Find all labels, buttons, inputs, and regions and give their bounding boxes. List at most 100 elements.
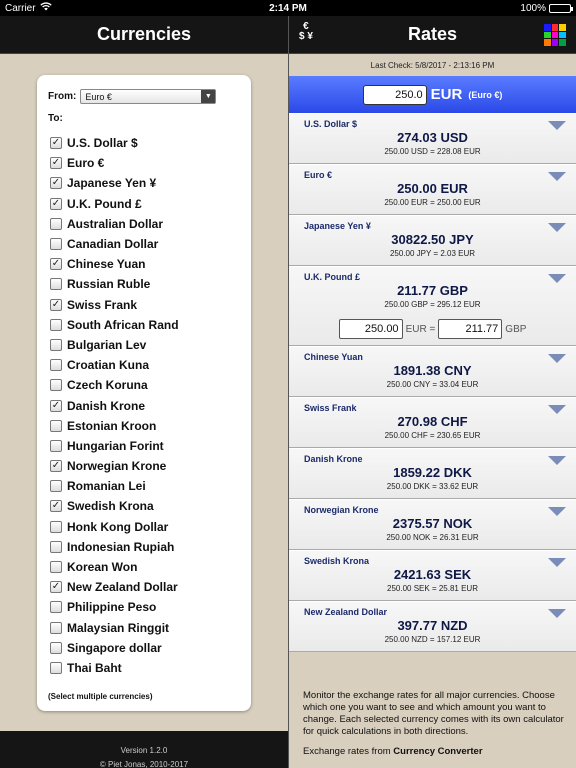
rate-row[interactable]: U.K. Pound £ 211.77 GBP 250.00 GBP = 295.1… bbox=[289, 266, 576, 346]
checkbox-checked[interactable]: ✓ bbox=[50, 137, 62, 150]
currency-option[interactable]: ✓ U.K. Pound £ bbox=[50, 194, 245, 214]
checkbox-checked[interactable]: ✓ bbox=[50, 460, 62, 473]
triangle-down-icon[interactable] bbox=[548, 172, 566, 181]
triangle-down-icon[interactable] bbox=[548, 507, 566, 516]
to-label: To: bbox=[48, 113, 63, 124]
currency-option[interactable]: Romanian Lei bbox=[50, 476, 245, 496]
currency-option-label: Swedish Krona bbox=[67, 499, 154, 514]
currency-option[interactable]: Croatian Kuna bbox=[50, 355, 245, 375]
currency-option[interactable]: ✓ New Zealand Dollar bbox=[50, 577, 245, 597]
checkbox-unchecked[interactable] bbox=[50, 338, 62, 351]
currency-option[interactable]: Malaysian Ringgit bbox=[50, 618, 245, 638]
checkbox-unchecked[interactable] bbox=[50, 238, 62, 251]
currency-option[interactable]: Indonesian Rupiah bbox=[50, 537, 245, 557]
checkbox-unchecked[interactable] bbox=[50, 359, 62, 372]
checkbox-checked[interactable]: ✓ bbox=[50, 581, 62, 594]
currency-option[interactable]: ✓ Euro € bbox=[50, 153, 245, 173]
color-swatch bbox=[559, 24, 566, 31]
currency-option[interactable]: Korean Won bbox=[50, 557, 245, 577]
checkbox-checked[interactable]: ✓ bbox=[50, 258, 62, 271]
checkbox-unchecked[interactable] bbox=[50, 621, 62, 634]
currency-option[interactable]: South African Rand bbox=[50, 315, 245, 335]
triangle-down-icon[interactable] bbox=[548, 609, 566, 618]
rate-row[interactable]: Norwegian Krone 2375.57 NOK 250.00 NOK = 2… bbox=[289, 499, 576, 550]
currency-option[interactable]: Philippine Peso bbox=[50, 597, 245, 617]
rate-row[interactable]: Chinese Yuan 1891.38 CNY 250.00 CNY = 33.0… bbox=[289, 346, 576, 397]
currency-option[interactable]: ✓ Chinese Yuan bbox=[50, 254, 245, 274]
currency-option-label: U.K. Pound £ bbox=[67, 196, 142, 211]
triangle-down-icon[interactable] bbox=[548, 405, 566, 414]
checkbox-unchecked[interactable] bbox=[50, 278, 62, 291]
checkbox-unchecked[interactable] bbox=[50, 217, 62, 230]
currency-option-label: Russian Ruble bbox=[67, 277, 151, 292]
currency-symbols-icon[interactable]: € $ ¥ bbox=[299, 22, 313, 42]
currency-option[interactable]: Singapore dollar bbox=[50, 638, 245, 658]
checkbox-unchecked[interactable] bbox=[50, 439, 62, 452]
from-currency-select[interactable]: Euro € ▼ bbox=[80, 89, 217, 104]
checkbox-unchecked[interactable] bbox=[50, 520, 62, 533]
rate-row[interactable]: Swiss Frank 270.98 CHF 250.00 CHF = 230.65… bbox=[289, 397, 576, 448]
calc-left-input[interactable]: 250.00 bbox=[338, 319, 403, 339]
triangle-down-icon[interactable] bbox=[548, 223, 566, 232]
checkbox-unchecked[interactable] bbox=[50, 480, 62, 493]
currency-option[interactable]: ✓ Danish Krone bbox=[50, 395, 245, 415]
rate-value: 1891.38 CNY bbox=[393, 363, 472, 378]
checkbox-checked[interactable]: ✓ bbox=[50, 197, 62, 210]
checkbox-checked[interactable]: ✓ bbox=[50, 177, 62, 190]
rate-row[interactable]: Euro € 250.00 EUR 250.00 EUR = 250.00 EUR bbox=[289, 164, 576, 215]
currencies-pane: Currencies From: Euro € ▼ To: ✓ U.S. Doll… bbox=[0, 16, 288, 768]
currency-option[interactable]: Estonian Kroon bbox=[50, 416, 245, 436]
from-currency-value: Euro € bbox=[85, 91, 112, 102]
currency-option[interactable]: Bulgarian Lev bbox=[50, 335, 245, 355]
checkbox-unchecked[interactable] bbox=[50, 419, 62, 432]
chevron-down-icon[interactable]: ▼ bbox=[201, 90, 216, 103]
checkbox-unchecked[interactable] bbox=[50, 379, 62, 392]
currency-option[interactable]: ✓ Norwegian Krone bbox=[50, 456, 245, 476]
checkbox-unchecked[interactable] bbox=[50, 561, 62, 574]
rate-value: 1859.22 DKK bbox=[393, 465, 472, 480]
currency-option-label: Chinese Yuan bbox=[67, 257, 146, 272]
currency-option[interactable]: ✓ Swiss Frank bbox=[50, 295, 245, 315]
triangle-down-icon[interactable] bbox=[548, 456, 566, 465]
currency-option[interactable]: Thai Baht bbox=[50, 658, 245, 678]
base-currency-name: (Euro €) bbox=[468, 89, 503, 100]
currency-option[interactable]: ✓ Japanese Yen ¥ bbox=[50, 173, 245, 193]
battery-icon bbox=[549, 3, 573, 13]
rate-currency-name: Danish Krone bbox=[304, 454, 363, 464]
rate-row[interactable]: New Zealand Dollar 397.77 NZD 250.00 NZD =… bbox=[289, 601, 576, 652]
rate-row[interactable]: U.S. Dollar $ 274.03 USD 250.00 USD = 228.… bbox=[289, 113, 576, 164]
checkbox-unchecked[interactable] bbox=[50, 540, 62, 553]
checkbox-unchecked[interactable] bbox=[50, 661, 62, 674]
currency-option[interactable]: Honk Kong Dollar bbox=[50, 517, 245, 537]
triangle-down-icon[interactable] bbox=[548, 274, 566, 283]
currency-option[interactable]: Russian Ruble bbox=[50, 274, 245, 294]
currency-option[interactable]: Hungarian Forint bbox=[50, 436, 245, 456]
currency-checkbox-list: ✓ U.S. Dollar $ ✓ Euro € ✓ Japanese Yen ¥ ✓ U.K… bbox=[50, 133, 245, 678]
checkbox-checked[interactable]: ✓ bbox=[50, 298, 62, 311]
rate-row[interactable]: Swedish Krona 2421.63 SEK 250.00 SEK = 25.… bbox=[289, 550, 576, 601]
source-prefix: Exchange rates from bbox=[303, 746, 394, 757]
checkbox-unchecked[interactable] bbox=[50, 318, 62, 331]
checkbox-checked[interactable]: ✓ bbox=[50, 500, 62, 513]
source-link[interactable]: Currency Converter bbox=[393, 746, 482, 757]
checkbox-unchecked[interactable] bbox=[50, 601, 62, 614]
triangle-down-icon[interactable] bbox=[548, 354, 566, 363]
currency-option[interactable]: ✓ Swedish Krona bbox=[50, 496, 245, 516]
checkbox-checked[interactable]: ✓ bbox=[50, 399, 62, 412]
currency-option[interactable]: Canadian Dollar bbox=[50, 234, 245, 254]
calc-right-input[interactable]: 211.77 bbox=[438, 319, 503, 339]
triangle-down-icon[interactable] bbox=[548, 558, 566, 567]
triangle-down-icon[interactable] bbox=[548, 121, 566, 130]
checkbox-checked[interactable]: ✓ bbox=[50, 157, 62, 170]
currency-option[interactable]: ✓ U.S. Dollar $ bbox=[50, 133, 245, 153]
currency-option[interactable]: Czech Koruna bbox=[50, 375, 245, 395]
color-swatch bbox=[544, 39, 551, 46]
currency-option-label: Malaysian Ringgit bbox=[67, 620, 170, 635]
base-currency-bar: 250.0 EUR (Euro €) bbox=[289, 76, 576, 113]
color-grid-icon[interactable] bbox=[544, 24, 566, 46]
rate-row[interactable]: Japanese Yen ¥ 30822.50 JPY 250.00 JPY = 2… bbox=[289, 215, 576, 266]
base-amount-input[interactable]: 250.0 bbox=[362, 84, 427, 105]
rate-row[interactable]: Danish Krone 1859.22 DKK 250.00 DKK = 33.6… bbox=[289, 448, 576, 499]
currency-option[interactable]: Australian Dollar bbox=[50, 214, 245, 234]
checkbox-unchecked[interactable] bbox=[50, 641, 62, 654]
